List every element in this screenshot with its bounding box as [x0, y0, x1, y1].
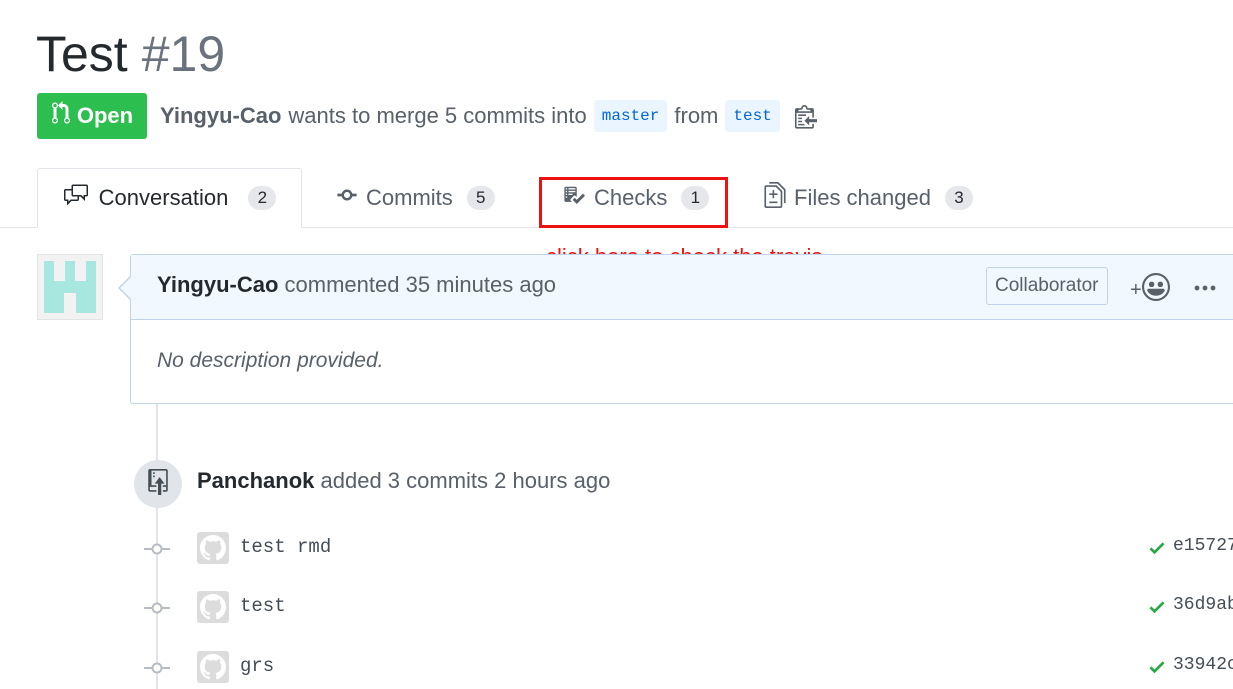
event-description: added 3 commits 2 hours ago — [320, 468, 611, 493]
smiley-icon — [1141, 273, 1170, 307]
tab-files-changed[interactable]: Files changed 3 — [764, 168, 973, 228]
comment-author-link[interactable]: Yingyu-Cao — [157, 272, 278, 297]
pr-meta: Yingyu-Cao wants to merge 5 commits into… — [160, 100, 817, 132]
git-pull-request-icon — [51, 101, 71, 131]
avatar[interactable] — [197, 532, 229, 564]
commit-row: grs 33942c — [0, 651, 1233, 687]
comment-pointer-fill — [120, 277, 131, 299]
event-author-link[interactable]: Panchanok — [197, 468, 314, 493]
commit-sha-link[interactable]: e15727 — [1173, 536, 1233, 556]
head-branch[interactable]: test — [725, 100, 780, 132]
check-icon[interactable] — [1146, 657, 1168, 682]
pr-state-label: Open — [76, 103, 134, 128]
comment-timestamp[interactable]: commented 35 minutes ago — [285, 272, 557, 297]
git-commit-icon — [144, 542, 170, 561]
git-commit-icon — [144, 601, 170, 620]
event-badge — [134, 460, 182, 508]
avatar[interactable] — [197, 651, 229, 683]
commit-message-link[interactable]: test rmd — [240, 536, 331, 558]
commit-sha-link[interactable]: 33942c — [1173, 655, 1233, 675]
push-event: Panchanok added 3 commits 2 hours ago — [197, 468, 610, 494]
pr-merge-text: wants to merge 5 commits into — [288, 103, 587, 128]
check-icon[interactable] — [1146, 597, 1168, 622]
commit-message-link[interactable]: test — [240, 595, 286, 617]
file-diff-icon — [764, 182, 786, 214]
git-commit-icon — [144, 661, 170, 680]
kebab-horizontal-icon[interactable] — [1193, 280, 1217, 301]
tab-files-changed-counter: 3 — [944, 186, 973, 210]
tab-conversation-label: Conversation — [98, 185, 229, 210]
avatar[interactable] — [197, 591, 229, 623]
commit-message-link[interactable]: grs — [240, 655, 274, 677]
avatar[interactable] — [37, 254, 103, 320]
tab-commits-label: Commits — [366, 185, 453, 210]
repo-push-icon — [147, 468, 169, 500]
checks-highlight-box — [539, 177, 728, 228]
check-icon[interactable] — [1146, 538, 1168, 563]
pr-title-text: Test — [36, 26, 128, 82]
tab-commits[interactable]: Commits 5 — [336, 168, 495, 228]
commit-row: test 36d9ab — [0, 591, 1233, 627]
reaction-plus: + — [1130, 278, 1142, 301]
pr-number: #19 — [141, 26, 226, 82]
pr-title: Test #19 — [36, 24, 225, 84]
clippy-icon[interactable] — [794, 103, 817, 129]
pr-state-badge: Open — [37, 93, 147, 139]
comment-discussion-icon — [63, 183, 89, 213]
tab-conversation[interactable]: Conversation 2 — [37, 168, 302, 228]
comment-meta: Yingyu-Cao commented 35 minutes ago — [157, 272, 556, 298]
tab-conversation-counter: 2 — [248, 186, 277, 210]
base-branch[interactable]: master — [593, 100, 668, 132]
add-reaction-button[interactable]: + — [1130, 273, 1170, 307]
tab-commits-counter: 5 — [466, 186, 495, 210]
commit-row: test rmd e15727 — [0, 532, 1233, 568]
pr-from-text: from — [674, 103, 719, 128]
comment-body: No description provided. — [157, 349, 384, 372]
pr-author-link[interactable]: Yingyu-Cao — [160, 100, 281, 132]
git-commit-icon — [336, 184, 358, 212]
tab-files-changed-label: Files changed — [794, 185, 931, 210]
commit-sha-link[interactable]: 36d9ab — [1173, 595, 1233, 615]
collaborator-label: Collaborator — [986, 267, 1108, 305]
